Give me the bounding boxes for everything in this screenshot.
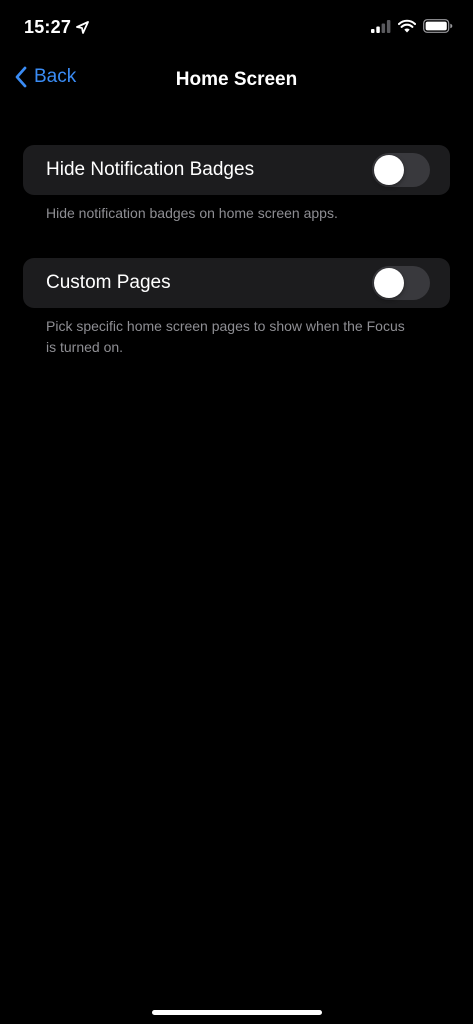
status-time-group: 15:27 [24,17,89,38]
wifi-icon [397,19,417,38]
hide-notification-badges-toggle[interactable] [372,153,430,187]
custom-pages-row: Custom Pages [23,258,450,308]
status-indicators [371,19,453,38]
hide-notification-badges-row: Hide Notification Badges [23,145,450,195]
custom-pages-toggle[interactable] [372,266,430,300]
back-button-label: Back [34,66,77,87]
back-button[interactable]: Back [14,66,76,88]
location-arrow-icon [76,21,89,34]
navigation-bar: Home Screen Back [0,56,473,104]
toggle-knob [374,268,404,298]
chevron-left-icon [14,66,28,88]
hide-notification-badges-description: Hide notification badges on home screen … [46,205,338,221]
status-time: 15:27 [24,17,72,37]
toggle-knob [374,155,404,185]
battery-icon [423,19,453,38]
home-indicator[interactable] [152,1010,322,1015]
hide-notification-badges-label: Hide Notification Badges [46,159,255,180]
custom-pages-description: Pick specific home screen pages to show … [46,318,405,355]
custom-pages-label: Custom Pages [46,272,171,293]
cellular-signal-icon [371,19,391,38]
status-bar: 15:27 [0,0,473,56]
